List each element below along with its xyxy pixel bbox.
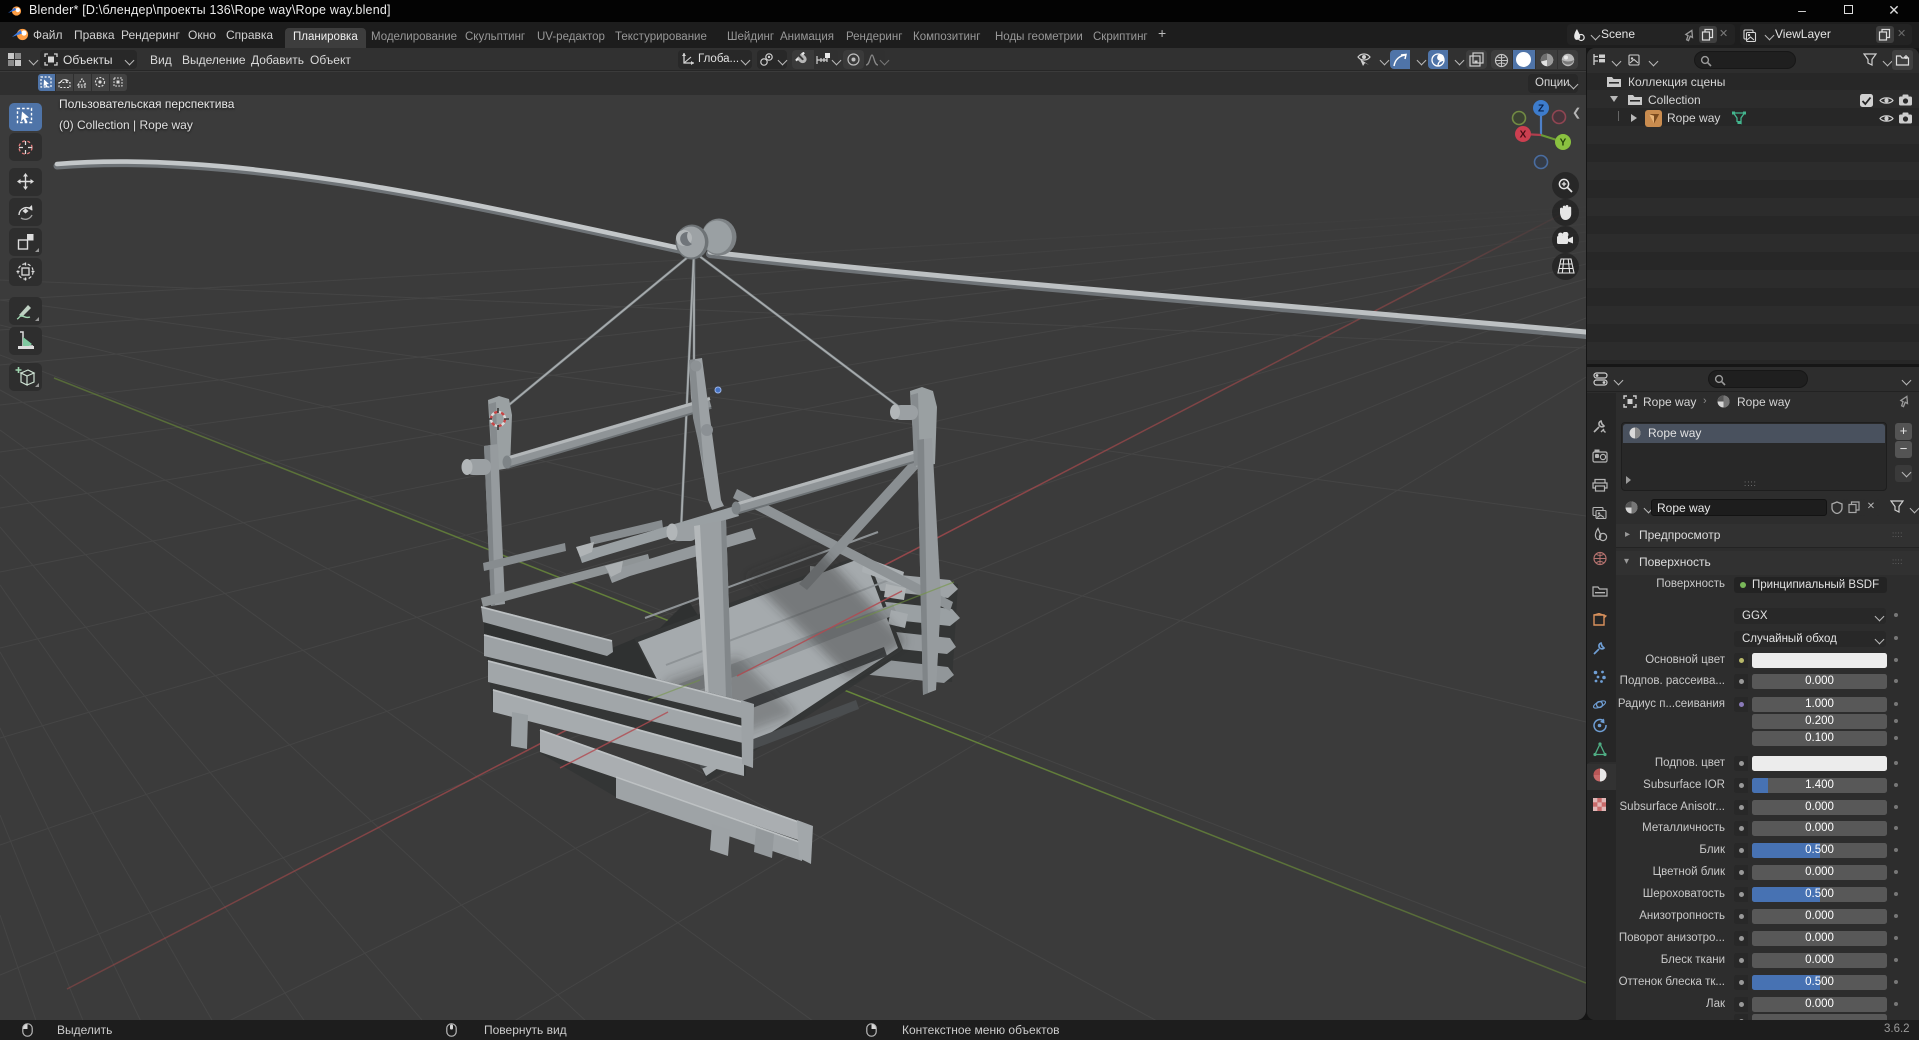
svg-text:Y: Y — [1560, 138, 1567, 149]
svg-text:Z: Z — [1538, 104, 1544, 115]
svg-text:X: X — [1520, 130, 1527, 141]
